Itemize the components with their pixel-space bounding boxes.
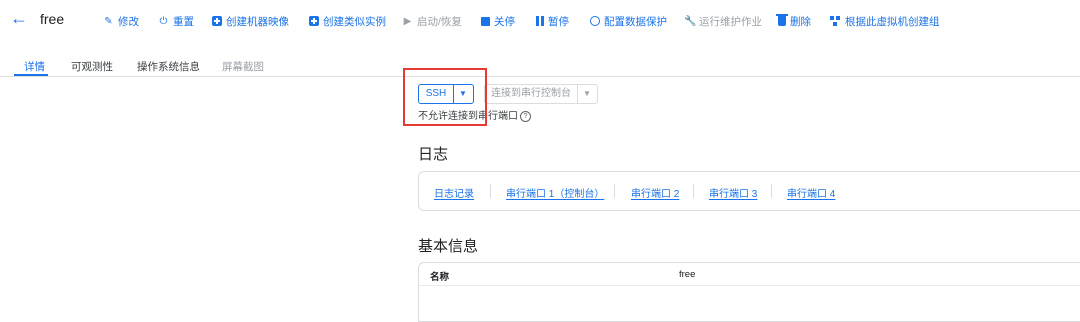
reset-button[interactable]: ⏻ 重置 xyxy=(158,13,194,29)
chevron-down-icon[interactable]: ▼ xyxy=(577,85,597,103)
info-key-name: 名称 xyxy=(430,272,450,283)
add-box-icon xyxy=(212,16,222,26)
run-maintenance-button[interactable]: 🔧 运行维护作业 xyxy=(684,13,762,29)
pause-button[interactable]: 暂停 xyxy=(536,13,569,29)
start-resume-button[interactable]: ▶ 启动/恢复 xyxy=(402,13,462,29)
edit-button[interactable]: ✎ 修改 xyxy=(103,13,139,29)
create-machine-image-button[interactable]: 创建机器映像 xyxy=(212,13,289,29)
divider xyxy=(614,184,615,198)
power-icon: ⏻ xyxy=(159,15,168,27)
edit-label: 修改 xyxy=(118,15,139,28)
create-similar-instance-label: 创建类似实例 xyxy=(323,15,386,28)
configure-data-protection-button[interactable]: 配置数据保护 xyxy=(590,13,667,29)
run-maintenance-label: 运行维护作业 xyxy=(699,15,762,28)
reset-label: 重置 xyxy=(173,15,194,28)
stop-icon xyxy=(481,16,490,26)
tab-screenshot[interactable]: 屏幕截图 xyxy=(222,59,264,74)
serial-console-split-button: 连接到串行控制台 ▼ xyxy=(484,84,598,104)
basic-info-card xyxy=(418,262,1080,322)
divider xyxy=(771,184,772,198)
start-resume-label: 启动/恢复 xyxy=(417,15,462,28)
top-toolbar: ← free ✎ 修改 ⏻ 重置 创建机器映像 创建类似实例 ▶ 启动/恢复 关… xyxy=(0,0,1080,40)
info-value-name: free xyxy=(679,269,696,280)
pencil-icon: ✎ xyxy=(104,15,113,27)
add-box-icon xyxy=(309,16,319,26)
pause-icon xyxy=(536,16,544,26)
configure-data-protection-label: 配置数据保护 xyxy=(604,15,667,28)
log-link-serial-3[interactable]: 串行端口 3 xyxy=(709,185,757,200)
highlight-box xyxy=(403,68,487,126)
logs-section-title: 日志 xyxy=(418,146,449,163)
tab-os-info[interactable]: 操作系统信息 xyxy=(137,59,200,74)
connect-serial-console-button[interactable]: 连接到串行控制台 xyxy=(485,85,578,103)
play-icon: ▶ xyxy=(403,15,412,27)
help-icon[interactable]: ? xyxy=(520,110,531,122)
wrench-icon: 🔧 xyxy=(684,15,697,27)
shield-icon xyxy=(590,16,600,26)
back-arrow-icon[interactable]: ← xyxy=(10,9,28,27)
log-link-serial-2[interactable]: 串行端口 2 xyxy=(631,185,679,200)
group-icon xyxy=(830,15,841,27)
create-similar-instance-button[interactable]: 创建类似实例 xyxy=(309,13,386,29)
create-machine-image-label: 创建机器映像 xyxy=(226,15,289,28)
vm-name-title: free xyxy=(40,11,65,27)
create-group-button[interactable]: 根据此虚拟机创建组 xyxy=(830,13,940,29)
delete-label: 删除 xyxy=(790,15,811,28)
basic-info-section-title: 基本信息 xyxy=(418,238,479,255)
tab-details[interactable]: 详情 xyxy=(24,59,45,74)
tabs-divider xyxy=(0,76,1080,77)
log-link-serial-1[interactable]: 串行端口 1（控制台） xyxy=(506,185,604,200)
divider xyxy=(693,184,694,198)
stop-label: 关停 xyxy=(494,15,515,28)
divider xyxy=(490,184,491,198)
tab-observability[interactable]: 可观测性 xyxy=(71,59,113,74)
stop-button[interactable]: 关停 xyxy=(481,13,515,29)
log-link-logging[interactable]: 日志记录 xyxy=(434,185,474,200)
create-group-label: 根据此虚拟机创建组 xyxy=(845,15,940,28)
delete-button[interactable]: 删除 xyxy=(776,13,811,29)
trash-icon xyxy=(776,14,788,26)
row-divider xyxy=(419,285,1080,286)
pause-label: 暂停 xyxy=(548,15,569,28)
log-link-serial-4[interactable]: 串行端口 4 xyxy=(787,185,835,200)
